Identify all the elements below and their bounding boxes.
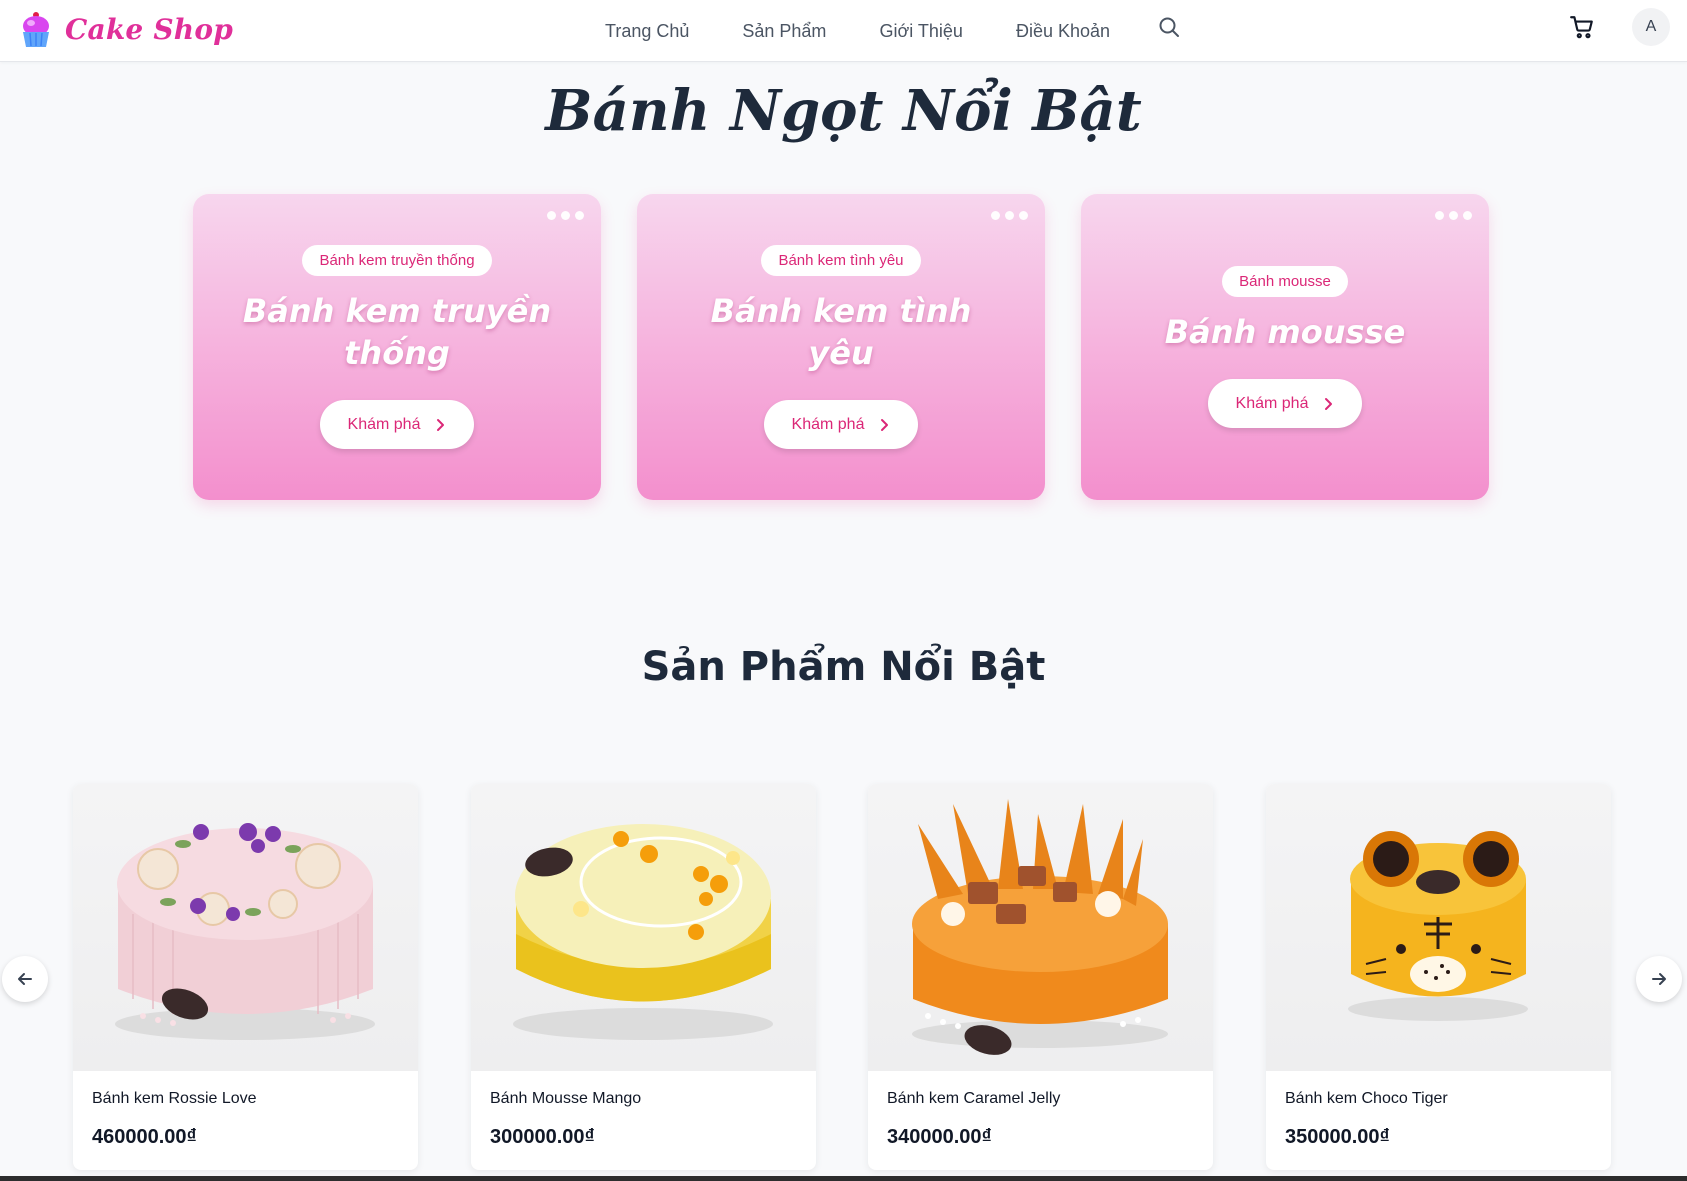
cart-icon[interactable] <box>1569 14 1595 40</box>
category-badge: Bánh kem truyền thống <box>302 245 492 276</box>
product-card[interactable]: Bánh Mousse Mango 300000.00₫ <box>471 784 816 1170</box>
chevron-right-icon <box>437 418 445 431</box>
chevron-right-icon <box>881 418 889 431</box>
category-card-love[interactable]: Bánh kem tình yêu Bánh kem tình yêu Khám… <box>637 194 1045 500</box>
explore-button[interactable]: Khám phá <box>1208 379 1362 428</box>
main-nav: Trang Chủ Sản Phẩm Giới Thiệu Điều Khoản <box>605 0 1163 62</box>
product-card[interactable]: Bánh kem Choco Tiger 350000.00₫ <box>1266 784 1611 1170</box>
category-title: Bánh kem truyền thống <box>242 292 552 372</box>
brand-logo[interactable]: Cake Shop <box>20 10 233 48</box>
nav-item-terms[interactable]: Điều Khoản <box>1016 21 1110 42</box>
cupcake-icon <box>20 10 52 48</box>
product-image-rossie-love <box>73 784 418 1071</box>
top-navbar: Cake Shop Trang Chủ Sản Phẩm Giới Thiệu … <box>0 0 1687 62</box>
arrow-left-icon <box>18 973 32 985</box>
brand-name: Cake Shop <box>65 12 234 46</box>
explore-button-label: Khám phá <box>347 415 421 433</box>
products-section-title: Sản Phẩm Nổi Bật <box>641 644 1046 690</box>
product-name: Bánh kem Choco Tiger <box>1285 1090 1448 1107</box>
product-image-mousse-mango <box>471 784 816 1071</box>
nav-item-products[interactable]: Sản Phẩm <box>742 21 826 42</box>
product-card[interactable]: Bánh kem Caramel Jelly 340000.00₫ <box>868 784 1213 1170</box>
product-name: Bánh Mousse Mango <box>490 1090 642 1107</box>
product-name: Bánh kem Rossie Love <box>92 1090 257 1107</box>
product-image-choco-tiger <box>1266 784 1611 1071</box>
product-price: 460000.00₫ <box>92 1126 197 1148</box>
category-card-mousse[interactable]: Bánh mousse Bánh mousse Khám phá <box>1081 194 1489 500</box>
arrow-right-icon <box>1652 973 1666 985</box>
product-image-caramel-jelly <box>868 784 1213 1071</box>
explore-button-label: Khám phá <box>1235 394 1309 412</box>
explore-button[interactable]: Khám phá <box>764 400 918 449</box>
carousel-prev-button[interactable] <box>2 956 48 1002</box>
product-price: 350000.00₫ <box>1285 1126 1390 1148</box>
nav-item-home[interactable]: Trang Chủ <box>605 21 689 42</box>
product-name: Bánh kem Caramel Jelly <box>887 1090 1061 1107</box>
category-title: Bánh kem tình yêu <box>710 292 972 372</box>
category-badge: Bánh kem tình yêu <box>761 245 921 276</box>
category-title: Bánh mousse <box>1164 313 1406 351</box>
explore-button-label: Khám phá <box>791 415 865 433</box>
product-card[interactable]: Bánh kem Rossie Love 460000.00₫ <box>73 784 418 1170</box>
category-badge: Bánh mousse <box>1222 266 1348 297</box>
carousel-next-button[interactable] <box>1636 956 1682 1002</box>
user-avatar[interactable]: A <box>1632 8 1670 46</box>
nav-item-about[interactable]: Giới Thiệu <box>879 21 963 42</box>
featured-section-title: Bánh Ngọt Nổi Bật <box>545 78 1142 144</box>
bottom-edge <box>0 1176 1687 1181</box>
chevron-right-icon <box>1325 397 1333 410</box>
search-icon[interactable] <box>1157 15 1181 39</box>
product-price: 340000.00₫ <box>887 1126 992 1148</box>
explore-button[interactable]: Khám phá <box>320 400 474 449</box>
category-card-traditional[interactable]: Bánh kem truyền thống Bánh kem truyền th… <box>193 194 601 500</box>
product-price: 300000.00₫ <box>490 1126 595 1148</box>
